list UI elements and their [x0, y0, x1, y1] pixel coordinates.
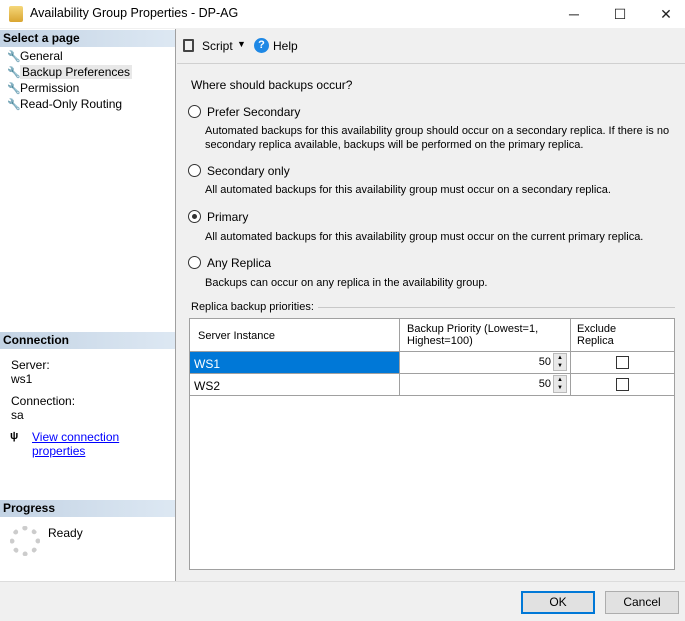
primary-radio[interactable]: [188, 210, 201, 223]
toolbar: Script ▼ ? Help: [177, 30, 685, 63]
wrench-icon: 🔧: [7, 67, 21, 79]
row-ws1-priority[interactable]: 50 ▲ ▼: [400, 352, 571, 374]
close-button[interactable]: ✕: [643, 0, 685, 28]
wrench-icon: 🔧: [7, 51, 21, 63]
progress-status: Ready: [48, 526, 83, 540]
backup-location-question: Where should backups occur?: [191, 78, 353, 92]
prefer-secondary-radio[interactable]: [188, 105, 201, 118]
progress-header: Progress: [0, 500, 175, 517]
sidebar-item-backup-preferences[interactable]: 🔧Backup Preferences: [7, 64, 133, 80]
sidebar-item-general[interactable]: 🔧General: [7, 48, 63, 64]
priority-spinner[interactable]: ▲ ▼: [553, 353, 567, 371]
any-replica-desc: Backups can occur on any replica in the …: [205, 277, 488, 289]
secondary-only-radio[interactable]: [188, 164, 201, 177]
connection-header: Connection: [0, 332, 175, 349]
connection-label: Connection:: [11, 394, 76, 408]
ok-button[interactable]: OK: [521, 591, 595, 614]
window-title: Availability Group Properties - DP-AG: [30, 6, 239, 20]
replica-priorities-label: Replica backup priorities:: [191, 301, 314, 313]
connection-value: sa: [11, 408, 24, 422]
row-ws1-server[interactable]: WS1: [190, 352, 400, 374]
replica-priority-grid[interactable]: Server Instance Backup Priority (Lowest=…: [189, 318, 675, 570]
row-ws2-server[interactable]: WS2: [190, 374, 400, 396]
exclude-checkbox[interactable]: [616, 378, 629, 391]
row-ws2-priority[interactable]: 50 ▲ ▼: [400, 374, 571, 396]
group-divider: [318, 307, 675, 308]
left-panel: Select a page 🔧General 🔧Backup Preferenc…: [0, 29, 176, 581]
server-label: Server:: [11, 358, 50, 372]
any-replica-radio[interactable]: [188, 256, 201, 269]
prefer-secondary-desc-2: secondary replica available, backups wil…: [205, 139, 584, 151]
prefer-secondary-label[interactable]: Prefer Secondary: [207, 105, 300, 119]
footer-divider: [0, 581, 685, 582]
plug-icon: ψ: [10, 430, 19, 442]
header-backup-priority: Backup Priority (Lowest=1, Highest=100): [400, 319, 571, 352]
select-page-header: Select a page: [0, 30, 175, 47]
minimize-button[interactable]: ─: [551, 0, 597, 28]
server-value: ws1: [11, 372, 33, 386]
script-button[interactable]: Script: [202, 39, 233, 53]
header-exclude-replica: Exclude Replica: [571, 319, 675, 352]
help-icon: ?: [254, 38, 269, 53]
help-button[interactable]: Help: [273, 39, 298, 53]
title-bar: Availability Group Properties - DP-AG ─ …: [0, 0, 685, 28]
secondary-only-label[interactable]: Secondary only: [207, 164, 290, 178]
row-ws1-exclude: [571, 352, 675, 374]
row-ws2-exclude: [571, 374, 675, 396]
primary-desc: All automated backups for this availabil…: [205, 231, 644, 243]
priority-spinner[interactable]: ▲ ▼: [553, 375, 567, 393]
toolbar-divider: [177, 63, 685, 64]
view-connection-properties-link[interactable]: View connection properties: [32, 430, 175, 458]
header-server-instance: Server Instance: [190, 319, 400, 352]
any-replica-label[interactable]: Any Replica: [207, 256, 271, 270]
exclude-checkbox[interactable]: [616, 356, 629, 369]
sidebar-item-permission[interactable]: 🔧Permission: [7, 80, 79, 96]
progress-spinner-icon: [10, 526, 40, 556]
maximize-button[interactable]: ☐: [597, 0, 643, 28]
wrench-icon: 🔧: [7, 83, 21, 95]
secondary-only-desc: All automated backups for this availabil…: [205, 184, 611, 196]
script-icon: [183, 39, 194, 52]
prefer-secondary-desc: Automated backups for this availability …: [205, 125, 670, 137]
script-dropdown-icon[interactable]: ▼: [237, 39, 246, 49]
wrench-icon: 🔧: [7, 99, 21, 111]
cancel-button[interactable]: Cancel: [605, 591, 679, 614]
app-icon: [9, 6, 23, 22]
primary-label[interactable]: Primary: [207, 210, 248, 224]
sidebar-item-read-only-routing[interactable]: 🔧Read-Only Routing: [7, 96, 122, 112]
